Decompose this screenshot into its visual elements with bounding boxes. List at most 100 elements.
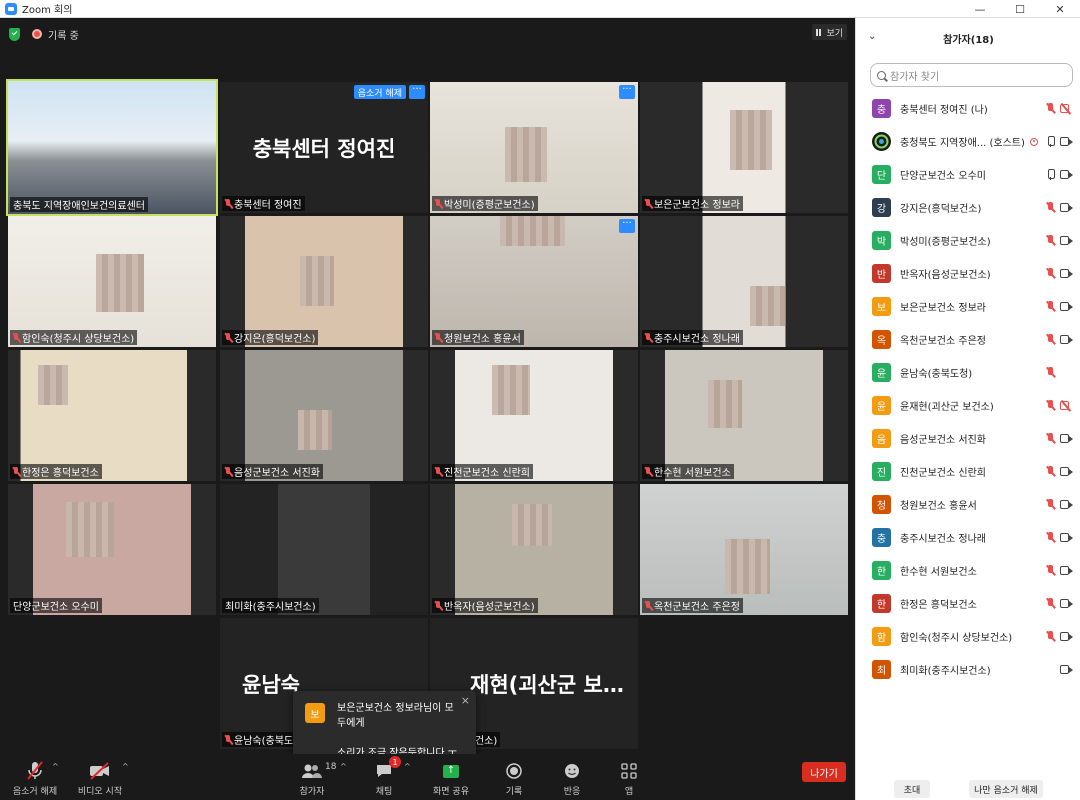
participant-display-name: 충북센터 정여진 [252,136,396,161]
security-shield-icon[interactable] [9,28,20,41]
tile-more-options-button[interactable]: ··· [409,85,425,99]
video-tile[interactable]: 충주시보건소 정나래 [640,216,848,347]
video-tile[interactable]: 보은군보건소 정보라 [640,82,848,213]
video-tile[interactable]: 충북도 지역장애인보건의료센터 [6,79,218,216]
video-tile[interactable]: ··· 청원보건소 홍윤서 [430,216,638,347]
participants-button[interactable]: 18 참가자 [282,754,342,800]
video-camera-icon [1060,236,1073,245]
video-off-icon [1060,401,1069,410]
video-options-chevron-icon[interactable]: ^ [122,762,129,771]
microphone-muted-icon [13,332,20,343]
microphone-muted-icon [1046,532,1055,543]
participant-row[interactable]: 윤 윤남숙(충북도청) [856,356,1080,389]
participant-row[interactable]: 충 충주시보건소 정나래 [856,521,1080,554]
microphone-muted-icon [1046,631,1055,642]
close-button[interactable]: ✕ [1040,0,1080,18]
microphone-off-icon [24,760,46,782]
participant-list-name: 보은군보건소 정보라 [900,303,986,314]
participant-row[interactable]: 충 충북센터 정여진 (나) [856,92,1080,125]
microphone-muted-icon [435,600,442,611]
participant-row[interactable]: 한 한정은 흥덕보건소 [856,587,1080,620]
video-tile[interactable]: 한수현 서원보건소 [640,350,848,481]
participant-avatar: 단 [872,165,891,184]
video-tile[interactable]: 함인숙(청주시 상당보건소) [8,216,216,347]
face-blur [492,365,530,415]
video-camera-icon [1060,335,1073,344]
participant-row[interactable]: 윤 윤재현(괴산군 보건소) [856,389,1080,422]
chat-button[interactable]: 1 채팅 [354,754,414,800]
audio-options-chevron-icon[interactable]: ^ [52,762,59,771]
tile-more-options-button[interactable]: ··· [619,219,635,233]
participant-name: 충북도 지역장애인보건의료센터 [13,201,145,212]
participant-row[interactable]: 진 진천군보건소 신란희 [856,455,1080,488]
unmute-button[interactable]: 음소거 해제 [5,754,65,800]
participant-name: 함인숙(청주시 상당보건소) [22,334,135,345]
participant-row[interactable]: 박 박성미(증평군보건소) [856,224,1080,257]
participant-avatar: 한 [872,594,891,613]
video-camera-icon [1060,533,1073,542]
participant-avatar [872,132,891,151]
zoom-logo-icon [5,2,17,15]
participant-row[interactable]: 충청북도 지역장애... (호스트) [856,125,1080,158]
participant-name: 최미화(충주시보건소) [225,602,316,613]
minimize-button[interactable]: — [960,0,1000,18]
participant-search-input[interactable]: 참가자 찾기 [870,63,1073,87]
participant-name: 단양군보건소 오수미 [13,602,99,613]
participant-row[interactable]: 반 반옥자(음성군보건소) [856,257,1080,290]
face-blur [750,286,785,326]
participant-name: 한수현 서원보건소 [654,468,731,479]
participant-name: 한정은 흥덕보건소 [22,468,99,479]
participant-list-name: 진천군보건소 신란희 [900,468,986,479]
participants-label: 참가자 [299,787,325,797]
share-screen-button[interactable]: ↑ 화면 공유 [421,754,481,800]
participant-row[interactable]: 함 함인숙(청주시 상당보건소) [856,620,1080,653]
participant-row[interactable]: 단 단양군보건소 오수미 [856,158,1080,191]
participant-row[interactable]: 강 강지은(흥덕보건소) [856,191,1080,224]
record-button[interactable]: 기록 [484,754,544,800]
participant-row[interactable]: 한 한수현 서원보건소 [856,554,1080,587]
tile-unmute-button[interactable]: 음소거 해제 [353,85,406,99]
video-tile[interactable]: 옥천군보건소 주은정 [640,484,848,615]
video-tile[interactable]: 한정은 흥덕보건소 [8,350,216,481]
video-tile[interactable]: ··· 박성미(증평군보건소) [430,82,638,213]
leave-button[interactable]: 나가기 [802,762,846,782]
video-tile[interactable]: 최미화(충주시보건소) [220,484,428,615]
video-tile[interactable]: 진천군보건소 신란희 [430,350,638,481]
video-feed [430,350,638,481]
window-title: Zoom 회의 [22,5,73,16]
maximize-button[interactable]: ☐ [1000,0,1040,18]
chat-unread-badge: 1 [389,756,401,768]
reactions-button[interactable]: 반응 [542,754,602,800]
video-tile[interactable]: 음성군보건소 서진화 [220,350,428,481]
participant-row[interactable]: 최 최미화(충주시보건소) [856,653,1080,686]
participant-row[interactable]: 옥 옥천군보건소 주은정 [856,323,1080,356]
apps-button[interactable]: 앱 [599,754,659,800]
chat-options-chevron-icon[interactable]: ^ [404,762,411,771]
view-button[interactable]: 보기 [812,24,847,40]
participant-row[interactable]: 청 청원보건소 홍윤서 [856,488,1080,521]
video-tile[interactable]: 반옥자(음성군보건소) [430,484,638,615]
chat-sender-avatar: 보 [305,703,325,723]
video-tile[interactable]: 강지은(흥덕보건소) [220,216,428,347]
chat-notification[interactable]: 보 보은군보건소 정보라님이 모두에게 소리가 조금 작은듯합니다 ㅜ × [293,691,476,763]
collapse-chevron-icon[interactable]: ⌄ [868,31,876,42]
participant-list-name: 윤재현(괴산군 보건소) [900,402,994,413]
participants-options-chevron-icon[interactable]: ^ [340,762,347,771]
video-tile[interactable]: 단양군보건소 오수미 [8,484,216,615]
participant-row[interactable]: 음 음성군보건소 서진화 [856,422,1080,455]
apps-label: 앱 [624,787,634,797]
tile-more-options-button[interactable]: ··· [619,85,635,99]
chat-notification-close-button[interactable]: × [461,694,470,707]
participants-panel: ⌄ 참가자(18) 참가자 찾기 충 충북센터 정여진 (나) 충청북도 지역장애.… [855,18,1080,800]
face-blur [38,365,68,405]
invite-button[interactable]: 초대 [894,780,930,798]
unmute-me-button[interactable]: 나만 음소거 해제 [969,780,1043,798]
participant-list-name: 충주시보건소 정나래 [900,534,986,545]
participant-row[interactable]: 보 보은군보건소 정보라 [856,290,1080,323]
participant-name-tag: 충북도 지역장애인보건의료센터 [10,197,148,212]
participant-list-name: 단양군보건소 오수미 [900,171,986,182]
start-video-button[interactable]: 비디오 시작 [70,754,130,800]
participant-name: 충북센터 정여진 [234,200,302,211]
video-tile[interactable]: 충북센터 정여진 음소거 해제 ··· 충북센터 정여진 [220,82,428,213]
reactions-label: 반응 [563,787,581,797]
